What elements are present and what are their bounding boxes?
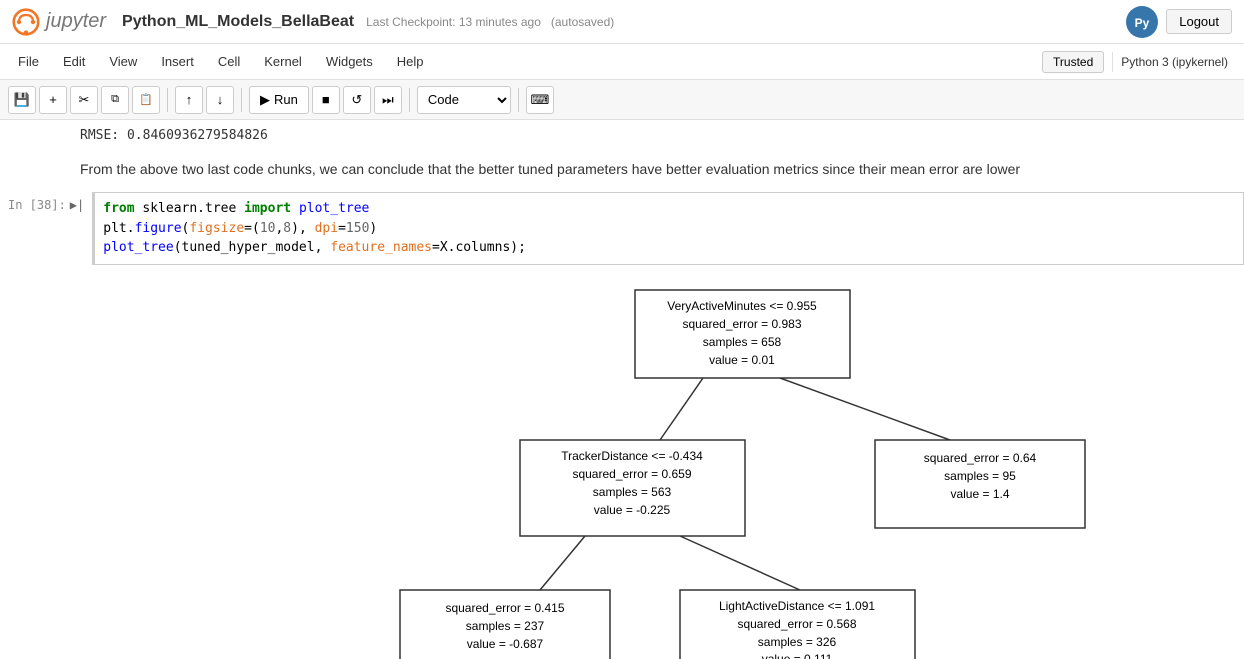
separator-2 bbox=[241, 88, 242, 112]
rmse-output: RMSE: 0.8460936279584826 bbox=[0, 120, 1244, 151]
add-cell-button[interactable]: + bbox=[39, 86, 67, 114]
decision-tree-svg: VeryActiveMinutes <= 0.955 squared_error… bbox=[80, 285, 1240, 655]
menubar-right: Trusted Python 3 (ipykernel) bbox=[1042, 51, 1236, 73]
left-child-line3: samples = 563 bbox=[593, 485, 672, 499]
logout-button[interactable]: Logout bbox=[1166, 9, 1232, 34]
jupyter-logo: jupyter bbox=[12, 8, 106, 36]
separator-3 bbox=[409, 88, 410, 112]
left-right-line3: samples = 326 bbox=[758, 635, 837, 649]
code-area-38[interactable]: from sklearn.tree import plot_tree plt.f… bbox=[92, 192, 1244, 265]
markdown-text: From the above two last code chunks, we … bbox=[80, 159, 1228, 180]
restart-run-button[interactable]: ⏭ bbox=[374, 86, 402, 114]
checkpoint-text: Last Checkpoint: 13 minutes ago (autosav… bbox=[366, 15, 614, 29]
jupyter-brand-text: jupyter bbox=[46, 10, 106, 33]
markdown-cell: From the above two last code chunks, we … bbox=[0, 151, 1244, 188]
save-icon: 💾 bbox=[14, 92, 30, 108]
keyboard-icon: ⌨ bbox=[530, 92, 549, 108]
root-node-line4: value = 0.01 bbox=[709, 353, 775, 367]
right-child-line2: samples = 95 bbox=[944, 469, 1016, 483]
keyboard-shortcuts-button[interactable]: ⌨ bbox=[526, 86, 554, 114]
right-child-line3: value = 1.4 bbox=[950, 487, 1009, 501]
svg-text:Py: Py bbox=[1135, 16, 1150, 30]
cut-button[interactable]: ✂ bbox=[70, 86, 98, 114]
menu-kernel[interactable]: Kernel bbox=[254, 50, 312, 73]
trusted-button[interactable]: Trusted bbox=[1042, 51, 1104, 73]
copy-icon: ⧉ bbox=[111, 93, 119, 106]
menu-help[interactable]: Help bbox=[387, 50, 434, 73]
left-child-line4: value = -0.225 bbox=[594, 503, 671, 517]
code-cell-38: In [38]: ▶| from sklearn.tree import plo… bbox=[0, 192, 1244, 265]
cell-type-select[interactable]: Code Markdown bbox=[417, 86, 511, 114]
root-node-line3: samples = 658 bbox=[703, 335, 782, 349]
left-right-line2: squared_error = 0.568 bbox=[737, 617, 856, 631]
down-arrow-icon: ↓ bbox=[217, 92, 224, 107]
menu-insert[interactable]: Insert bbox=[151, 50, 204, 73]
run-icon: ▶ bbox=[260, 92, 270, 108]
restart-icon: ↺ bbox=[351, 92, 362, 108]
cell-label-38: In [38]: ▶| bbox=[0, 192, 92, 218]
toolbar: 💾 + ✂ ⧉ 📋 ↑ ↓ ▶ Run ■ ↺ ⏭ Code Markdown … bbox=[0, 80, 1244, 120]
stop-button[interactable]: ■ bbox=[312, 86, 340, 114]
menu-edit[interactable]: Edit bbox=[53, 50, 95, 73]
move-up-button[interactable]: ↑ bbox=[175, 86, 203, 114]
kernel-indicator: Python 3 (ipykernel) bbox=[1112, 52, 1236, 72]
root-node-line2: squared_error = 0.983 bbox=[682, 317, 801, 331]
stop-icon: ■ bbox=[322, 92, 330, 107]
python-logo-icon: Py bbox=[1130, 10, 1154, 34]
root-node-line1: VeryActiveMinutes <= 0.955 bbox=[667, 299, 817, 313]
menu-view[interactable]: View bbox=[99, 50, 147, 73]
left-left-line3: value = -0.687 bbox=[467, 637, 544, 651]
header-right: Py Logout bbox=[1126, 6, 1232, 38]
right-child-line1: squared_error = 0.64 bbox=[924, 451, 1037, 465]
left-child-line1: TrackerDistance <= -0.434 bbox=[561, 449, 703, 463]
code-line-3: plot_tree(tuned_hyper_model, feature_nam… bbox=[103, 238, 1235, 258]
left-left-line2: samples = 237 bbox=[466, 619, 545, 633]
run-button[interactable]: ▶ Run bbox=[249, 86, 309, 114]
left-child-line2: squared_error = 0.659 bbox=[572, 467, 691, 481]
fast-forward-icon: ⏭ bbox=[382, 92, 394, 108]
menu-widgets[interactable]: Widgets bbox=[316, 50, 383, 73]
separator-1 bbox=[167, 88, 168, 112]
copy-button[interactable]: ⧉ bbox=[101, 86, 129, 114]
jupyter-logo-icon bbox=[12, 8, 40, 36]
main-content: RMSE: 0.8460936279584826 From the above … bbox=[0, 120, 1244, 659]
code-line-2: plt.figure(figsize=(10,8), dpi=150) bbox=[103, 219, 1235, 239]
menubar: File Edit View Insert Cell Kernel Widget… bbox=[0, 44, 1244, 80]
python-icon: Py bbox=[1126, 6, 1158, 38]
cell-in-label: In [38]: bbox=[8, 198, 66, 212]
left-left-line1: squared_error = 0.415 bbox=[445, 601, 564, 615]
separator-4 bbox=[518, 88, 519, 112]
left-right-line4: value = 0.111 bbox=[762, 652, 833, 659]
left-right-line1: LightActiveDistance <= 1.091 bbox=[719, 599, 875, 613]
cell-run-indicator: ▶| bbox=[70, 198, 84, 212]
paste-button[interactable]: 📋 bbox=[132, 86, 160, 114]
save-button[interactable]: 💾 bbox=[8, 86, 36, 114]
up-arrow-icon: ↑ bbox=[186, 92, 193, 107]
add-icon: + bbox=[49, 92, 57, 107]
move-down-button[interactable]: ↓ bbox=[206, 86, 234, 114]
menu-file[interactable]: File bbox=[8, 50, 49, 73]
menu-cell[interactable]: Cell bbox=[208, 50, 250, 73]
header: jupyter Python_ML_Models_BellaBeat Last … bbox=[0, 0, 1244, 44]
code-line-1: from sklearn.tree import plot_tree bbox=[103, 199, 1235, 219]
paste-icon: 📋 bbox=[139, 93, 153, 106]
tree-visualization-area: VeryActiveMinutes <= 0.955 squared_error… bbox=[0, 269, 1244, 658]
restart-button[interactable]: ↺ bbox=[343, 86, 371, 114]
notebook-title[interactable]: Python_ML_Models_BellaBeat bbox=[122, 13, 354, 31]
cut-icon: ✂ bbox=[79, 92, 90, 108]
run-label: Run bbox=[274, 92, 298, 107]
